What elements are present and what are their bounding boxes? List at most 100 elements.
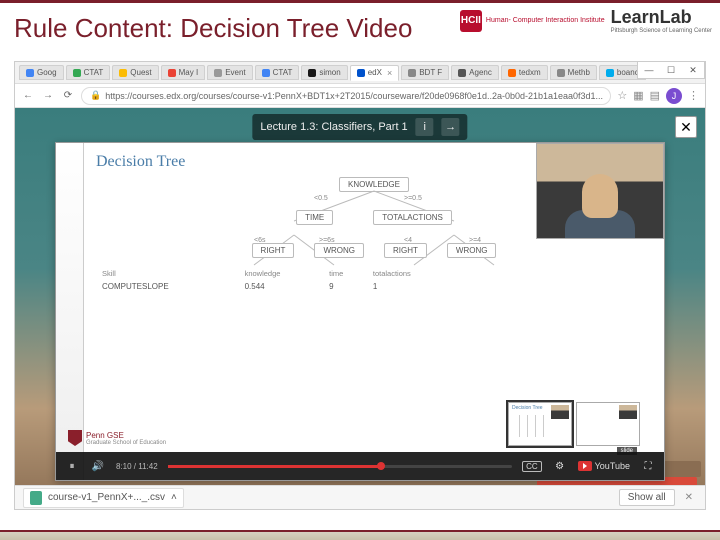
tab-label: boanc <box>617 68 639 77</box>
hcii-badge-icon: HCII <box>460 10 482 32</box>
close-downloads-bar[interactable]: ✕ <box>681 492 697 503</box>
table-cell: 1 <box>369 281 456 292</box>
fullscreen-button[interactable]: ⛶ <box>640 461 656 472</box>
browser-tab[interactable]: Agenc <box>451 65 499 80</box>
favicon-icon <box>168 69 176 77</box>
edge-label: <0.5 <box>314 195 328 202</box>
address-bar[interactable]: 🔒 https://courses.edx.org/courses/course… <box>81 87 611 105</box>
download-filename: course-v1_PennX+..._.csv <box>48 492 165 503</box>
star-icon[interactable]: ☆ <box>617 89 627 102</box>
profile-avatar[interactable]: J <box>666 88 682 104</box>
tab-label: Quest <box>130 68 151 77</box>
chevron-up-icon[interactable]: ˄ <box>171 492 177 503</box>
browser-tab[interactable]: tedxm <box>501 65 548 80</box>
forward-button[interactable]: → <box>41 90 55 101</box>
extension-icon[interactable]: ▦ <box>633 89 643 102</box>
download-item[interactable]: course-v1_PennX+..._.csv ˄ <box>23 488 184 508</box>
learnlab-logo: LearnLab Pittsburgh Science of Learning … <box>611 7 712 34</box>
thumb-title: Decision Tree <box>512 405 543 411</box>
tab-label: Agenc <box>469 68 492 77</box>
window-controls: — ☐ ✕ <box>637 61 705 79</box>
browser-tab[interactable]: Methb <box>550 65 597 80</box>
kebab-menu-icon[interactable]: ⋮ <box>688 89 699 102</box>
tab-close-icon[interactable]: × <box>387 68 392 78</box>
favicon-icon <box>308 69 316 77</box>
favicon-icon <box>557 69 565 77</box>
time-display: 8:10 / 11:42 <box>116 462 158 471</box>
url-text: https://courses.edx.org/courses/course-v… <box>105 91 603 101</box>
browser-tab[interactable]: Quest <box>112 65 158 80</box>
youtube-label: YouTube <box>595 461 630 471</box>
browser-tab[interactable]: Event <box>207 65 252 80</box>
tab-label: edX <box>368 68 382 77</box>
browser-tab[interactable]: CTAT <box>66 65 111 80</box>
tab-label: May I <box>179 68 199 77</box>
table-header: knowledge <box>241 268 324 279</box>
window-minimize-button[interactable]: — <box>638 62 660 78</box>
tab-label: tedxm <box>519 68 541 77</box>
browser-window: — ☐ ✕ Goog CTAT Quest May I Event CTAT s… <box>14 61 706 510</box>
toolbar: ← → ⟳ 🔒 https://courses.edx.org/courses/… <box>15 84 705 108</box>
lesson-close-button[interactable]: ✕ <box>675 116 697 138</box>
tab-label: CTAT <box>273 68 293 77</box>
browser-tab[interactable]: Goog <box>19 65 64 80</box>
volume-button[interactable]: 🔊 <box>90 461 106 472</box>
penn-gse-logo: Penn GSE Graduate School of Education <box>68 430 166 446</box>
skill-data-table: Skill knowledge time totalactions COMPUT… <box>96 266 457 294</box>
browser-tab[interactable]: simon <box>301 65 347 80</box>
youtube-icon <box>578 461 592 471</box>
hcii-logo: HCII Human- Computer Interaction Institu… <box>460 10 605 32</box>
learnlab-sub: Pittsburgh Science of Learning Center <box>611 28 712 34</box>
captions-button[interactable]: CC <box>522 461 542 472</box>
window-maximize-button[interactable]: ☐ <box>660 62 682 78</box>
hcii-text: Human- Computer Interaction Institute <box>486 17 605 24</box>
settings-gear-icon[interactable]: ⚙ <box>552 461 568 472</box>
browser-tab[interactable]: CTAT <box>255 65 300 80</box>
video-controls: ⏸ 🔊 8:10 / 11:42 CC ⚙ YouTube ⛶ <box>56 452 664 480</box>
page-content: Lecture 1.3: Classifiers, Part 1 i → ✕ D… <box>15 108 705 509</box>
seek-handle[interactable] <box>377 462 385 470</box>
favicon-icon <box>508 69 516 77</box>
lesson-info-button[interactable]: i <box>416 118 434 136</box>
shield-icon <box>68 430 82 446</box>
watch-on-youtube[interactable]: YouTube <box>578 461 630 471</box>
reload-button[interactable]: ⟳ <box>61 90 75 101</box>
penn-name: Penn GSE <box>86 431 166 440</box>
slide-thumb[interactable]: slide <box>576 402 640 446</box>
favicon-icon <box>73 69 81 77</box>
lesson-header: Lecture 1.3: Classifiers, Part 1 i → <box>252 114 467 140</box>
slide-footer-stripe <box>0 530 720 540</box>
tab-label: CTAT <box>84 68 104 77</box>
favicon-icon <box>214 69 222 77</box>
browser-tab[interactable]: BDT F <box>401 65 449 80</box>
slide-thumbnails: Decision Tree slide <box>508 402 640 446</box>
lock-icon: 🔒 <box>90 90 101 101</box>
tree-node-root: KNOWLEDGE <box>339 177 409 192</box>
video-player: Decision Tree KNOWLEDGE <0.5 >=0.5 <box>55 142 665 481</box>
slide-thumb[interactable]: Decision Tree <box>508 402 572 446</box>
show-all-downloads-button[interactable]: Show all <box>619 489 675 506</box>
penn-sub: Graduate School of Education <box>86 440 166 446</box>
favicon-icon <box>26 69 34 77</box>
browser-tab[interactable]: edX × <box>350 65 400 81</box>
favicon-icon <box>458 69 466 77</box>
window-close-button[interactable]: ✕ <box>682 62 704 78</box>
browser-tab[interactable]: May I <box>161 65 206 80</box>
decision-tree-diagram: KNOWLEDGE <0.5 >=0.5 TIME TOTALACTIONS <… <box>96 177 652 258</box>
favicon-icon <box>606 69 614 77</box>
tree-leaf: WRONG <box>314 243 364 258</box>
seek-bar[interactable] <box>168 465 512 468</box>
extension-icon[interactable]: ▤ <box>650 89 660 102</box>
tab-label: simon <box>319 68 340 77</box>
pause-button[interactable]: ⏸ <box>64 461 80 472</box>
table-cell: 0.544 <box>241 281 324 292</box>
tree-node: TOTALACTIONS <box>373 210 452 225</box>
learnlab-wordmark: LearnLab <box>611 7 712 28</box>
lesson-next-button[interactable]: → <box>442 118 460 136</box>
favicon-icon <box>357 69 365 77</box>
seek-fill <box>168 465 382 468</box>
back-button[interactable]: ← <box>21 90 35 101</box>
tree-leaf: RIGHT <box>252 243 295 258</box>
tab-label: Methb <box>568 68 590 77</box>
favicon-icon <box>119 69 127 77</box>
